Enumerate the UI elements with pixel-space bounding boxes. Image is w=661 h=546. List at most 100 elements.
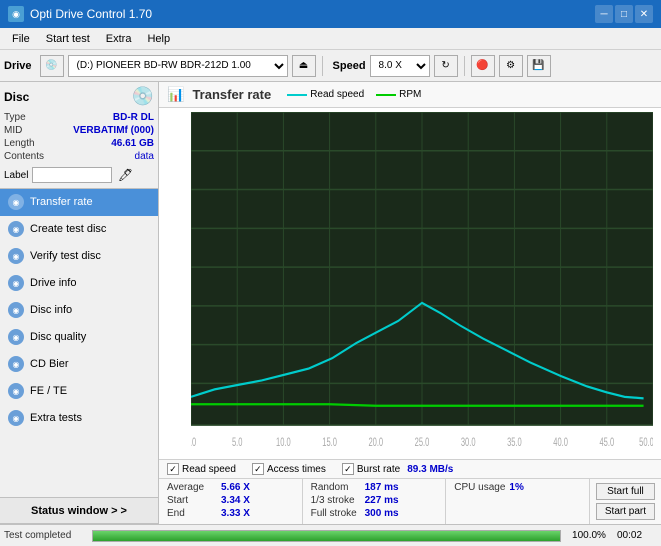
nav-drive-info[interactable]: ◉ Drive info — [0, 270, 158, 297]
burst-rate-value: 89.3 MB/s — [407, 464, 453, 475]
toolbar-btn-1[interactable]: 🔴 — [471, 55, 495, 77]
progress-percentage: 100.0% — [569, 530, 609, 541]
nav-create-test-disc-label: Create test disc — [30, 223, 106, 235]
svg-text:40.0: 40.0 — [553, 436, 568, 449]
chart-header: 📊 Transfer rate Read speed RPM — [159, 82, 661, 108]
average-label: Average — [167, 482, 217, 493]
mid-label: MID — [4, 125, 22, 136]
contents-value: data — [135, 151, 154, 162]
cpu-value: 1% — [509, 482, 523, 493]
chart-container: 18 X 16 X 14 X 12 X 10 X 8 X 6 X 4 X 2 X… — [159, 108, 661, 459]
chart-area: 📊 Transfer rate Read speed RPM — [159, 82, 661, 524]
main-content: Disc 💿 Type BD-R DL MID VERBATIMf (000) … — [0, 82, 661, 524]
menu-extra[interactable]: Extra — [98, 31, 140, 47]
transfer-rate-icon: ◉ — [8, 194, 24, 210]
nav-extra-tests[interactable]: ◉ Extra tests — [0, 405, 158, 432]
end-value: 3.33 X — [221, 508, 250, 519]
fe-te-icon: ◉ — [8, 383, 24, 399]
disc-panel-icon: 💿 — [132, 86, 154, 107]
chart-legend-row: ✓ Read speed ✓ Access times ✓ Burst rate… — [159, 460, 661, 478]
toolbar-btn-2[interactable]: ⚙ — [499, 55, 523, 77]
average-value: 5.66 X — [221, 482, 250, 493]
svg-text:35.0: 35.0 — [507, 436, 522, 449]
drive-select[interactable]: (D:) PIONEER BD-RW BDR-212D 1.00 — [68, 55, 288, 77]
progress-bar-container — [92, 530, 561, 542]
time-elapsed: 00:02 — [617, 530, 657, 541]
speed-select[interactable]: 8.0 X — [370, 55, 430, 77]
cd-bier-icon: ◉ — [8, 356, 24, 372]
app-icon: ◉ — [8, 6, 24, 22]
nav-create-test-disc[interactable]: ◉ Create test disc — [0, 216, 158, 243]
svg-text:20.0: 20.0 — [368, 436, 383, 449]
nav-disc-quality[interactable]: ◉ Disc quality — [0, 324, 158, 351]
burst-rate-check[interactable]: ✓ Burst rate 89.3 MB/s — [342, 463, 454, 475]
full-stroke-label: Full stroke — [311, 508, 361, 519]
read-speed-check[interactable]: ✓ Read speed — [167, 463, 236, 475]
nav-cd-bier-label: CD Bier — [30, 358, 69, 370]
nav-extra-tests-label: Extra tests — [30, 412, 82, 424]
label-input[interactable] — [32, 167, 112, 183]
disc-panel-title: Disc — [4, 90, 29, 104]
stroke13-label: 1/3 stroke — [311, 495, 361, 506]
length-value: 46.61 GB — [111, 138, 154, 149]
nav-verify-test-disc[interactable]: ◉ Verify test disc — [0, 243, 158, 270]
disc-quality-icon: ◉ — [8, 329, 24, 345]
nav-transfer-rate[interactable]: ◉ Transfer rate — [0, 189, 158, 216]
drive-label: Drive — [4, 60, 32, 72]
nav-disc-info[interactable]: ◉ Disc info — [0, 297, 158, 324]
menu-start-test[interactable]: Start test — [38, 31, 98, 47]
drive-icon-btn[interactable]: 💿 — [40, 55, 64, 77]
label-icon-btn[interactable]: 🖊 — [116, 166, 134, 184]
status-window-button[interactable]: Status window > > — [0, 498, 158, 524]
full-stroke-value: 300 ms — [365, 508, 399, 519]
extra-tests-icon: ◉ — [8, 410, 24, 426]
maximize-button[interactable]: □ — [615, 5, 633, 23]
svg-text:25.0: 25.0 — [415, 436, 430, 449]
nav-transfer-rate-label: Transfer rate — [30, 196, 93, 208]
toolbar: Drive 💿 (D:) PIONEER BD-RW BDR-212D 1.00… — [0, 50, 661, 82]
menu-help[interactable]: Help — [139, 31, 178, 47]
legend-rpm: RPM — [376, 89, 421, 100]
nav-cd-bier[interactable]: ◉ CD Bier — [0, 351, 158, 378]
nav-verify-test-disc-label: Verify test disc — [30, 250, 101, 262]
chart-footer: ✓ Read speed ✓ Access times ✓ Burst rate… — [159, 459, 661, 524]
access-times-checkbox[interactable]: ✓ — [252, 463, 264, 475]
access-times-check-label: Access times — [267, 464, 326, 475]
toolbar-btn-3[interactable]: 💾 — [527, 55, 551, 77]
toolbar-separator-2 — [464, 56, 465, 76]
drive-info-icon: ◉ — [8, 275, 24, 291]
contents-label: Contents — [4, 151, 44, 162]
eject-button[interactable]: ⏏ — [292, 55, 316, 77]
legend-rpm-label: RPM — [399, 89, 421, 100]
title-bar: ◉ Opti Drive Control 1.70 ─ □ ✕ — [0, 0, 661, 28]
type-value: BD-R DL — [113, 112, 154, 123]
random-value: 187 ms — [365, 482, 399, 493]
minimize-button[interactable]: ─ — [595, 5, 613, 23]
menu-file[interactable]: File — [4, 31, 38, 47]
read-speed-check-label: Read speed — [182, 464, 236, 475]
legend-read-speed-label: Read speed — [310, 89, 364, 100]
disc-panel: Disc 💿 Type BD-R DL MID VERBATIMf (000) … — [0, 82, 158, 189]
close-button[interactable]: ✕ — [635, 5, 653, 23]
nav-fe-te[interactable]: ◉ FE / TE — [0, 378, 158, 405]
burst-rate-checkbox[interactable]: ✓ — [342, 463, 354, 475]
nav-disc-quality-label: Disc quality — [30, 331, 86, 343]
speed-label: Speed — [333, 60, 366, 72]
verify-test-disc-icon: ◉ — [8, 248, 24, 264]
nav-items: ◉ Transfer rate ◉ Create test disc ◉ Ver… — [0, 189, 158, 497]
start-full-button[interactable]: Start full — [596, 483, 655, 500]
chart-title: Transfer rate — [192, 87, 271, 102]
toolbar-separator — [322, 56, 323, 76]
read-speed-line — [287, 94, 307, 96]
read-speed-checkbox[interactable]: ✓ — [167, 463, 179, 475]
start-label: Start — [167, 495, 217, 506]
legend-read-speed: Read speed — [287, 89, 364, 100]
menu-bar: File Start test Extra Help — [0, 28, 661, 50]
nav-fe-te-label: FE / TE — [30, 385, 67, 397]
type-label: Type — [4, 112, 26, 123]
access-times-check[interactable]: ✓ Access times — [252, 463, 326, 475]
start-part-button[interactable]: Start part — [596, 503, 655, 520]
speed-refresh-btn[interactable]: ↻ — [434, 55, 458, 77]
length-label: Length — [4, 138, 35, 149]
stroke13-value: 227 ms — [365, 495, 399, 506]
